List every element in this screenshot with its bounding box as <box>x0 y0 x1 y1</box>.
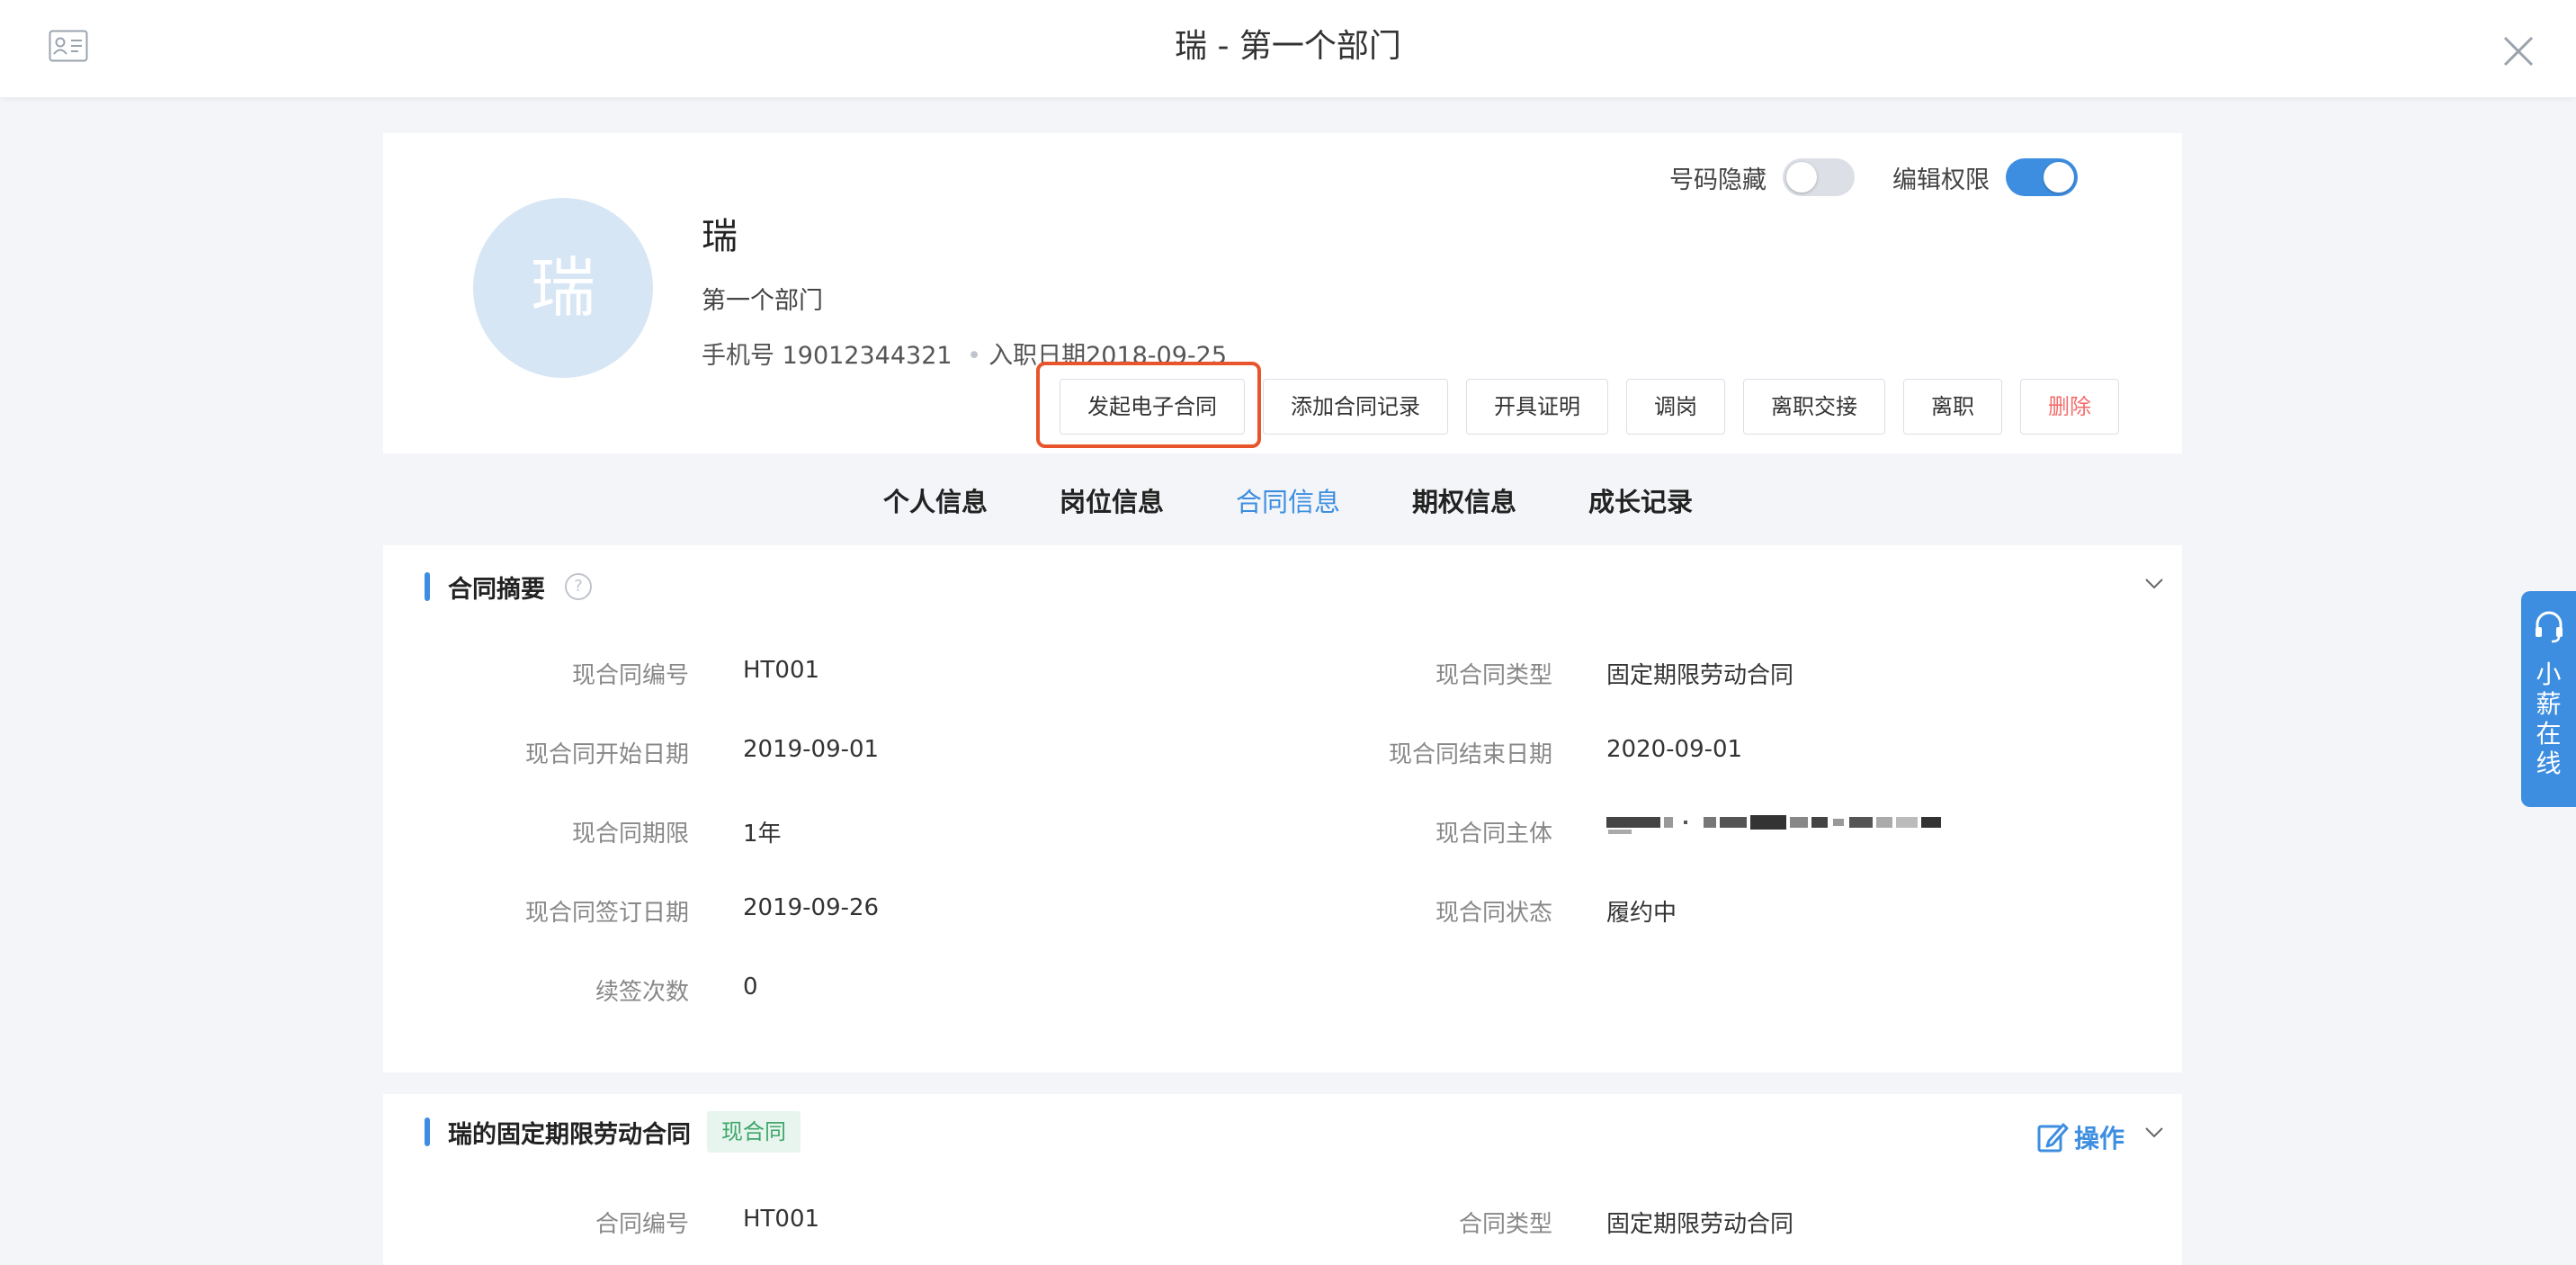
edit-permission-label: 编辑权限 <box>1892 166 1990 194</box>
close-icon[interactable] <box>2500 32 2537 70</box>
field-value: 履约中 <box>1606 900 1677 927</box>
chevron-down-icon[interactable] <box>2144 1126 2164 1139</box>
resignation-handover-button[interactable]: 离职交接 <box>1743 379 1885 435</box>
field-label: 合同编号 <box>595 1211 689 1238</box>
field-label: 合同类型 <box>1458 1211 1552 1238</box>
issue-certificate-button[interactable]: 开具证明 <box>1466 379 1608 435</box>
employee-name: 瑞 <box>702 216 738 257</box>
field-value: HT001 <box>743 1206 820 1233</box>
field-label: 续签次数 <box>595 979 689 1006</box>
employee-department: 第一个部门 <box>702 287 823 315</box>
switch-knob <box>1786 162 1817 193</box>
field-value: 1年 <box>743 821 782 848</box>
page-title: 瑞 - 第一个部门 <box>1175 28 1401 65</box>
section-header: 合同摘要 ? <box>425 569 592 605</box>
operation-button[interactable]: 操作 <box>2036 1119 2124 1155</box>
section-title: 合同摘要 <box>448 575 545 604</box>
field-label: 现合同签订日期 <box>524 900 689 927</box>
hire-date-label: 入职日期 <box>988 342 1087 370</box>
profile-panel: 瑞 瑞 第一个部门 手机号 19012344321 • 入职日期2018-09-2… <box>383 133 2182 453</box>
top-bar: 瑞 - 第一个部门 <box>0 0 2576 97</box>
field-value: 2019-09-01 <box>743 736 880 763</box>
hire-date: 2018-09-25 <box>1086 342 1228 370</box>
field-value: 0 <box>743 973 758 1000</box>
tab-contract-info[interactable]: 合同信息 <box>1236 479 1340 525</box>
avatar: 瑞 <box>473 198 653 378</box>
tab-personal-info[interactable]: 个人信息 <box>883 479 988 525</box>
field-label: 现合同状态 <box>1435 900 1552 927</box>
phone-number: 19012344321 <box>782 342 953 370</box>
meta-separator: • <box>967 342 982 370</box>
action-buttons: 发起电子合同 添加合同记录 开具证明 调岗 离职交接 离职 删除 <box>1060 379 2137 435</box>
help-icon[interactable]: ? <box>565 573 592 600</box>
field-value: 固定期限劳动合同 <box>1606 1211 1794 1238</box>
transfer-button[interactable]: 调岗 <box>1626 379 1725 435</box>
chevron-down-icon[interactable] <box>2144 578 2164 590</box>
field-value: 固定期限劳动合同 <box>1606 662 1794 689</box>
resign-button[interactable]: 离职 <box>1903 379 2002 435</box>
field-label: 现合同开始日期 <box>524 741 689 768</box>
section-accent-bar <box>425 572 430 601</box>
switch-knob <box>2044 162 2074 193</box>
edit-icon <box>2037 1123 2069 1153</box>
redacted-entity-value <box>1606 815 1941 834</box>
tab-bar: 个人信息 岗位信息 合同信息 期权信息 成长记录 <box>0 479 2576 525</box>
section-title: 瑞的固定期限劳动合同 <box>448 1120 691 1149</box>
headset-icon <box>2536 611 2563 643</box>
field-label: 现合同期限 <box>571 821 689 848</box>
delete-button[interactable]: 删除 <box>2020 379 2119 435</box>
employee-meta: 手机号 19012344321 • 入职日期2018-09-25 <box>702 336 1227 371</box>
tab-position-info[interactable]: 岗位信息 <box>1060 479 1164 525</box>
field-value: 2019-09-26 <box>743 894 880 921</box>
current-contract-tag: 现合同 <box>707 1111 801 1153</box>
add-contract-record-button[interactable]: 添加合同记录 <box>1263 379 1448 435</box>
tab-option-info[interactable]: 期权信息 <box>1412 479 1516 525</box>
operation-label: 操作 <box>2073 1124 2124 1153</box>
section-accent-bar <box>425 1117 430 1146</box>
start-e-contract-button[interactable]: 发起电子合同 <box>1060 379 1245 435</box>
field-value: HT001 <box>743 657 820 684</box>
field-label: 现合同类型 <box>1435 662 1552 689</box>
tab-growth-record[interactable]: 成长记录 <box>1588 479 1693 525</box>
phone-label: 手机号 <box>702 342 774 370</box>
field-label: 现合同结束日期 <box>1388 741 1552 768</box>
hide-number-label: 号码隐藏 <box>1669 166 1767 194</box>
section-header: 瑞的固定期限劳动合同 现合同 <box>425 1111 801 1153</box>
support-label: 小薪在线 <box>2536 659 2562 778</box>
field-label: 现合同编号 <box>571 662 689 689</box>
toggle-row: 号码隐藏 编辑权限 <box>1669 158 2078 196</box>
field-label: 现合同主体 <box>1435 821 1552 848</box>
hide-number-switch[interactable] <box>1783 158 1855 196</box>
edit-permission-switch[interactable] <box>2006 158 2078 196</box>
contract-detail-panel: 瑞的固定期限劳动合同 现合同 操作 合同编号 HT001 合同类型 固定期限劳动… <box>383 1094 2182 1265</box>
contract-summary-panel: 合同摘要 ? 现合同编号 HT001 现合同类型 固定期限劳动合同 现合同开始日… <box>383 545 2182 1072</box>
field-value: 2020-09-01 <box>1606 736 1743 763</box>
online-support-widget[interactable]: 小薪在线 <box>2521 591 2576 807</box>
